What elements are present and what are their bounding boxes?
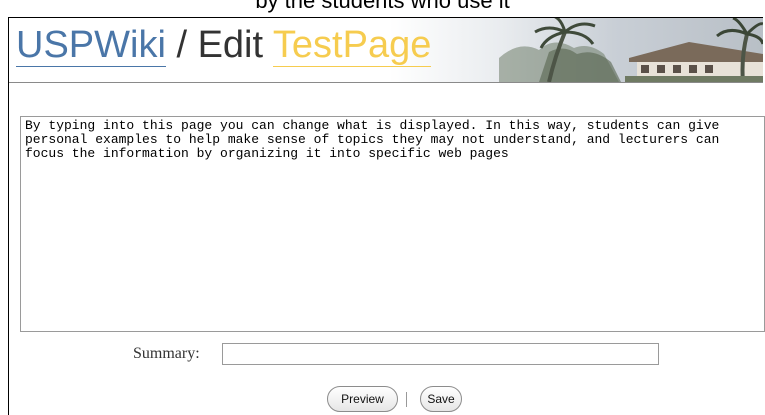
page-name-link[interactable]: TestPage bbox=[272, 24, 432, 67]
save-button[interactable]: Save bbox=[420, 386, 462, 412]
site-name-link[interactable]: USPWiki bbox=[16, 24, 166, 67]
page-title: USPWiki / Edit TestPage bbox=[16, 22, 432, 68]
header-banner-image bbox=[389, 18, 763, 82]
page-header: USPWiki / Edit TestPage bbox=[9, 18, 763, 83]
summary-input[interactable] bbox=[222, 343, 659, 365]
wiki-window: USPWiki / Edit TestPage By typing into t… bbox=[8, 17, 765, 415]
preview-button[interactable]: Preview bbox=[327, 386, 398, 412]
summary-label: Summary: bbox=[133, 345, 200, 362]
page-caption: by the students who use it bbox=[255, 0, 510, 13]
title-separator: / Edit bbox=[165, 24, 273, 66]
action-buttons: Preview Save bbox=[9, 386, 763, 414]
page-content-editor[interactable]: By typing into this page you can change … bbox=[20, 116, 765, 332]
summary-row: Summary: bbox=[9, 342, 763, 366]
button-divider bbox=[406, 392, 407, 407]
campus-photo bbox=[499, 18, 763, 82]
